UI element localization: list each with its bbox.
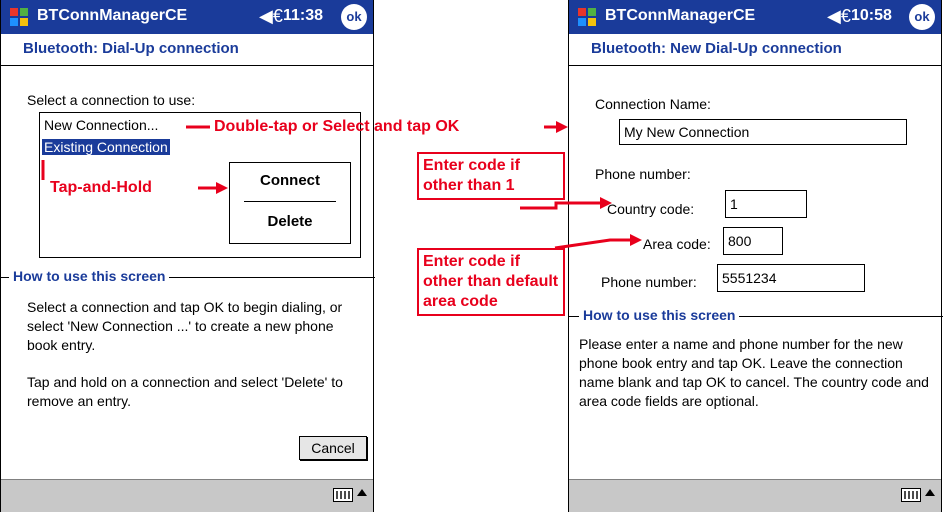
tap-hold-annotation: Tap-and-Hold [50,179,152,196]
double-tap-annotation: Double-tap or Select and tap OK [214,118,460,135]
area-code-note: Enter code if other than default area co… [417,248,565,316]
country-code-note: Enter code if other than 1 [417,152,565,200]
